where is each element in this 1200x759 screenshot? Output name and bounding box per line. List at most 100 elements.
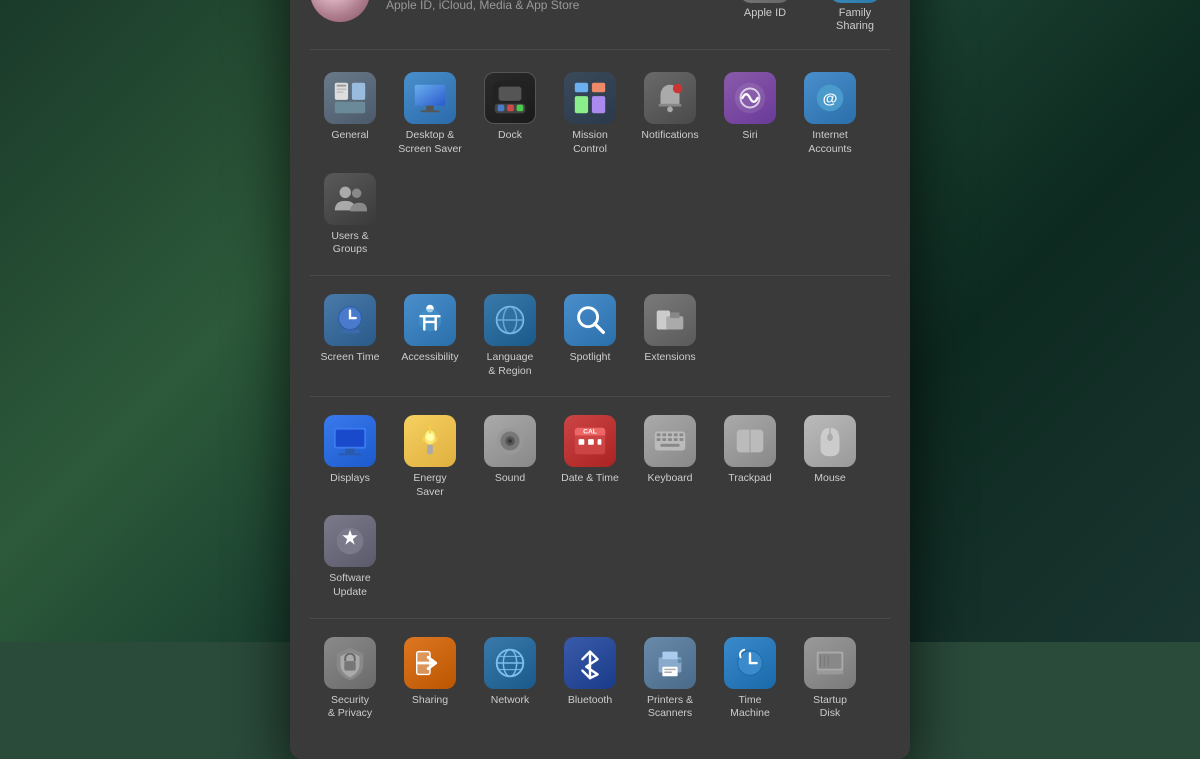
- sharing-item[interactable]: Sharing: [390, 629, 470, 729]
- internet-item[interactable]: @ InternetAccounts: [790, 64, 870, 164]
- spotlight-item[interactable]: Spotlight: [550, 286, 630, 386]
- timemachine-item[interactable]: TimeMachine: [710, 629, 790, 729]
- keyboard-icon: [644, 415, 696, 467]
- accessibility-icon: [404, 294, 456, 346]
- users-label: Users &Groups: [331, 230, 368, 257]
- preferences-content: Fatima Wahab Apple ID, iCloud, Media & A…: [290, 0, 910, 759]
- software-label: SoftwareUpdate: [329, 572, 370, 599]
- displays-item[interactable]: Displays: [310, 407, 390, 507]
- displays-icon: [324, 415, 376, 467]
- mouse-icon: [804, 415, 856, 467]
- apple-id-icon: [739, 0, 791, 3]
- accessibility-item[interactable]: Accessibility: [390, 286, 470, 386]
- security-item[interactable]: Security& Privacy: [310, 629, 390, 729]
- dock-icon: [484, 72, 536, 124]
- accessibility-label: Accessibility: [401, 351, 458, 365]
- keyboard-label: Keyboard: [648, 472, 693, 486]
- network-label: Network: [491, 694, 530, 708]
- datetime-label: Date & Time: [561, 472, 619, 486]
- family-sharing-item[interactable]: FamilySharing: [820, 0, 890, 33]
- general-icon: [324, 72, 376, 124]
- accessibility-section: Screen Time Accessibility: [310, 276, 890, 397]
- network-icon: [484, 637, 536, 689]
- profile-subtitle: Apple ID, iCloud, Media & App Store: [386, 0, 714, 12]
- bluetooth-label: Bluetooth: [568, 694, 612, 708]
- extensions-item[interactable]: Extensions: [630, 286, 710, 386]
- mouse-item[interactable]: Mouse: [790, 407, 870, 507]
- trackpad-item[interactable]: Trackpad: [710, 407, 790, 507]
- apple-id-label: Apple ID: [744, 7, 786, 20]
- mouse-label: Mouse: [814, 472, 846, 486]
- spotlight-label: Spotlight: [570, 351, 611, 365]
- sharing-icon: [404, 637, 456, 689]
- bluetooth-item[interactable]: Bluetooth: [550, 629, 630, 729]
- dock-item[interactable]: Dock: [470, 64, 550, 164]
- extensions-icon: [644, 294, 696, 346]
- startup-label: StartupDisk: [813, 694, 847, 721]
- users-icon: [324, 173, 376, 225]
- bluetooth-icon: [564, 637, 616, 689]
- internet-label: InternetAccounts: [808, 129, 851, 156]
- siri-icon: [724, 72, 776, 124]
- datetime-item[interactable]: CAL Date & Time: [550, 407, 630, 507]
- language-icon: [484, 294, 536, 346]
- desktop-icon: [404, 72, 456, 124]
- system-preferences-window: ‹ › System Preferences 🔍 Fatima Wahab: [290, 0, 910, 759]
- software-item[interactable]: SoftwareUpdate: [310, 507, 390, 607]
- siri-label: Siri: [742, 129, 757, 143]
- software-icon: [324, 515, 376, 567]
- mission-item[interactable]: MissionControl: [550, 64, 630, 164]
- profile-icons: Apple ID FamilySharing: [730, 0, 890, 33]
- family-sharing-label: FamilySharing: [836, 7, 874, 33]
- personal-section: General: [310, 54, 890, 276]
- notifications-icon: [644, 72, 696, 124]
- dock-label: Dock: [498, 129, 522, 143]
- notifications-item[interactable]: Notifications: [630, 64, 710, 164]
- svg-text:CAL: CAL: [583, 429, 597, 436]
- hardware-section: Displays EnergySaver: [310, 397, 890, 619]
- users-item[interactable]: Users &Groups: [310, 165, 390, 265]
- screentime-item[interactable]: Screen Time: [310, 286, 390, 386]
- spotlight-icon: [564, 294, 616, 346]
- sound-label: Sound: [495, 472, 525, 486]
- energy-item[interactable]: EnergySaver: [390, 407, 470, 507]
- keyboard-item[interactable]: Keyboard: [630, 407, 710, 507]
- datetime-icon: CAL: [564, 415, 616, 467]
- printers-item[interactable]: Printers &Scanners: [630, 629, 710, 729]
- security-icon: [324, 637, 376, 689]
- security-label: Security& Privacy: [328, 694, 372, 721]
- printers-label: Printers &Scanners: [647, 694, 693, 721]
- startup-icon: [804, 637, 856, 689]
- notifications-label: Notifications: [641, 129, 698, 143]
- screentime-label: Screen Time: [321, 351, 380, 365]
- mission-label: MissionControl: [572, 129, 608, 156]
- network-item[interactable]: Network: [470, 629, 550, 729]
- language-item[interactable]: Language& Region: [470, 286, 550, 386]
- profile-section: Fatima Wahab Apple ID, iCloud, Media & A…: [310, 0, 890, 50]
- mission-icon: [564, 72, 616, 124]
- general-label: General: [331, 129, 368, 143]
- printers-icon: [644, 637, 696, 689]
- sound-icon: [484, 415, 536, 467]
- apple-id-item[interactable]: Apple ID: [730, 0, 800, 33]
- trackpad-icon: [724, 415, 776, 467]
- siri-item[interactable]: Siri: [710, 64, 790, 164]
- avatar[interactable]: [310, 0, 370, 22]
- sharing-label: Sharing: [412, 694, 448, 708]
- timemachine-label: TimeMachine: [730, 694, 770, 721]
- screentime-icon: [324, 294, 376, 346]
- language-label: Language& Region: [487, 351, 534, 378]
- timemachine-icon: [724, 637, 776, 689]
- desktop-item[interactable]: Desktop &Screen Saver: [390, 64, 470, 164]
- general-item[interactable]: General: [310, 64, 390, 164]
- sound-item[interactable]: Sound: [470, 407, 550, 507]
- startup-item[interactable]: StartupDisk: [790, 629, 870, 729]
- desktop-label: Desktop &Screen Saver: [398, 129, 462, 156]
- family-sharing-icon: [829, 0, 881, 3]
- extensions-label: Extensions: [644, 351, 695, 365]
- energy-icon: [404, 415, 456, 467]
- svg-text:@: @: [823, 91, 838, 108]
- internet-icon: @: [804, 72, 856, 124]
- profile-info: Fatima Wahab Apple ID, iCloud, Media & A…: [386, 0, 714, 12]
- trackpad-label: Trackpad: [728, 472, 771, 486]
